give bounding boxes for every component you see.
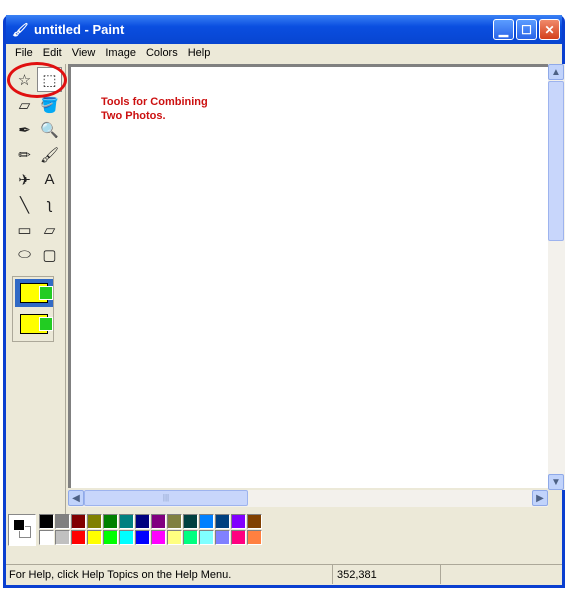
annotation-line-1: Tools for Combining bbox=[101, 96, 208, 108]
menu-file[interactable]: File bbox=[10, 47, 38, 59]
scroll-left-button[interactable]: ◀ bbox=[68, 490, 84, 506]
menu-view[interactable]: View bbox=[67, 47, 101, 59]
color-swatch[interactable] bbox=[231, 530, 246, 545]
tool-ellipse[interactable]: ⬭ bbox=[12, 242, 37, 267]
foreground-color bbox=[13, 519, 25, 531]
color-swatch[interactable] bbox=[247, 514, 262, 529]
paint-app-icon[interactable]: 🖌 bbox=[12, 22, 29, 38]
color-swatch[interactable] bbox=[87, 514, 102, 529]
magnifier-icon: 🔍 bbox=[40, 121, 59, 139]
tool-magnifier[interactable]: 🔍 bbox=[37, 117, 62, 142]
color-swatch[interactable] bbox=[55, 530, 70, 545]
tool-rounded-rectangle[interactable]: ▢ bbox=[37, 242, 62, 267]
tool-polygon[interactable]: ⏥ bbox=[37, 217, 62, 242]
opaque-icon bbox=[20, 283, 53, 303]
rounded-rectangle-icon: ▢ bbox=[42, 246, 57, 264]
vertical-scroll-thumb[interactable] bbox=[548, 81, 564, 241]
color-swatch[interactable] bbox=[55, 514, 70, 529]
transparent-selection-option[interactable] bbox=[15, 310, 53, 338]
status-coordinates: 352,381 bbox=[332, 565, 440, 584]
color-swatch[interactable] bbox=[167, 530, 182, 545]
status-empty-pane bbox=[440, 565, 562, 584]
color-swatch[interactable] bbox=[151, 530, 166, 545]
color-swatch[interactable] bbox=[103, 530, 118, 545]
tool-rectangle[interactable]: ▭ bbox=[12, 217, 37, 242]
color-swatch[interactable] bbox=[183, 530, 198, 545]
color-swatch[interactable] bbox=[135, 530, 150, 545]
annotation-line-2: Two Photos. bbox=[101, 110, 166, 122]
line-icon: ╲ bbox=[19, 196, 30, 214]
color-swatch[interactable] bbox=[199, 514, 214, 529]
curve-icon: ʅ bbox=[47, 196, 52, 213]
horizontal-scrollbar[interactable]: ◀ ||| ▶ bbox=[68, 490, 548, 507]
color-swatch[interactable] bbox=[215, 514, 230, 529]
tool-text[interactable]: A bbox=[37, 167, 62, 192]
menu-image[interactable]: Image bbox=[100, 47, 141, 59]
eraser-icon: ▱ bbox=[18, 96, 31, 114]
paint-window: 🖌 untitled - Paint ▁ ☐ ✕ File Edit View … bbox=[3, 15, 565, 588]
canvas-area: Tools for Combining Two Photos. bbox=[68, 64, 548, 488]
color-swatch[interactable] bbox=[71, 530, 86, 545]
opaque-selection-option[interactable] bbox=[15, 279, 53, 307]
airbrush-icon: ✈ bbox=[18, 171, 31, 189]
brush-icon: 🖌 bbox=[39, 146, 60, 164]
polygon-icon: ⏥ bbox=[43, 221, 56, 239]
window-title: untitled - Paint bbox=[34, 22, 125, 37]
close-button[interactable]: ✕ bbox=[539, 19, 560, 40]
color-swatch[interactable] bbox=[71, 514, 86, 529]
color-swatch[interactable] bbox=[247, 530, 262, 545]
vertical-scrollbar[interactable]: ▲ ▼ bbox=[548, 64, 565, 490]
pencil-icon: ✏ bbox=[18, 146, 31, 164]
minimize-button[interactable]: ▁ bbox=[493, 19, 514, 40]
tool-options bbox=[12, 276, 54, 342]
color-swatch[interactable] bbox=[103, 514, 118, 529]
annotation-text: Tools for Combining Two Photos. bbox=[101, 95, 208, 123]
maximize-icon: ☐ bbox=[521, 22, 532, 37]
tool-line[interactable]: ╲ bbox=[12, 192, 37, 217]
text-icon: A bbox=[44, 171, 55, 188]
red-highlight-circle bbox=[7, 62, 67, 98]
title-bar[interactable]: 🖌 untitled - Paint ▁ ☐ ✕ bbox=[6, 15, 562, 44]
color-swatch[interactable] bbox=[167, 514, 182, 529]
minimize-icon: ▁ bbox=[498, 22, 509, 37]
color-swatch[interactable] bbox=[215, 530, 230, 545]
color-swatch[interactable] bbox=[231, 514, 246, 529]
tool-curve[interactable]: ʅ bbox=[37, 192, 62, 217]
menu-colors[interactable]: Colors bbox=[141, 47, 183, 59]
status-bar: For Help, click Help Topics on the Help … bbox=[6, 564, 562, 584]
maximize-button[interactable]: ☐ bbox=[516, 19, 537, 40]
toolbox: ☆ ⬚ ▱ 🪣 ✒ 🔍 ✏ 🖌 ✈ A ╲ ʅ ▭ ⏥ ⬭ ▢ bbox=[6, 62, 67, 524]
scroll-down-button[interactable]: ▼ bbox=[548, 474, 564, 490]
scroll-up-button[interactable]: ▲ bbox=[548, 64, 564, 80]
current-colors bbox=[8, 514, 36, 546]
scroll-right-button[interactable]: ▶ bbox=[532, 490, 548, 506]
color-swatch[interactable] bbox=[87, 530, 102, 545]
menu-bar: File Edit View Image Colors Help bbox=[6, 44, 562, 62]
color-swatch[interactable] bbox=[135, 514, 150, 529]
color-swatch[interactable] bbox=[199, 530, 214, 545]
pick-color-icon: ✒ bbox=[18, 121, 31, 139]
ellipse-icon: ⬭ bbox=[18, 246, 31, 263]
close-icon: ✕ bbox=[544, 22, 555, 37]
color-swatch[interactable] bbox=[39, 514, 54, 529]
color-swatch[interactable] bbox=[151, 514, 166, 529]
drawing-canvas[interactable]: Tools for Combining Two Photos. bbox=[71, 67, 548, 488]
color-swatch[interactable] bbox=[39, 530, 54, 545]
horizontal-scroll-thumb[interactable]: ||| bbox=[84, 490, 248, 506]
tool-brush[interactable]: 🖌 bbox=[37, 142, 62, 167]
color-swatch[interactable] bbox=[183, 514, 198, 529]
color-swatch[interactable] bbox=[119, 514, 134, 529]
menu-edit[interactable]: Edit bbox=[38, 47, 67, 59]
status-help-text: For Help, click Help Topics on the Help … bbox=[9, 568, 232, 581]
tool-pencil[interactable]: ✏ bbox=[12, 142, 37, 167]
rectangle-icon: ▭ bbox=[17, 221, 32, 239]
color-swatch[interactable] bbox=[119, 530, 134, 545]
menu-help[interactable]: Help bbox=[183, 47, 216, 59]
color-palette bbox=[8, 514, 263, 546]
tool-airbrush[interactable]: ✈ bbox=[12, 167, 37, 192]
fill-with-color-icon: 🪣 bbox=[40, 96, 59, 114]
tool-pick-color[interactable]: ✒ bbox=[12, 117, 37, 142]
transparent-icon bbox=[20, 314, 53, 334]
